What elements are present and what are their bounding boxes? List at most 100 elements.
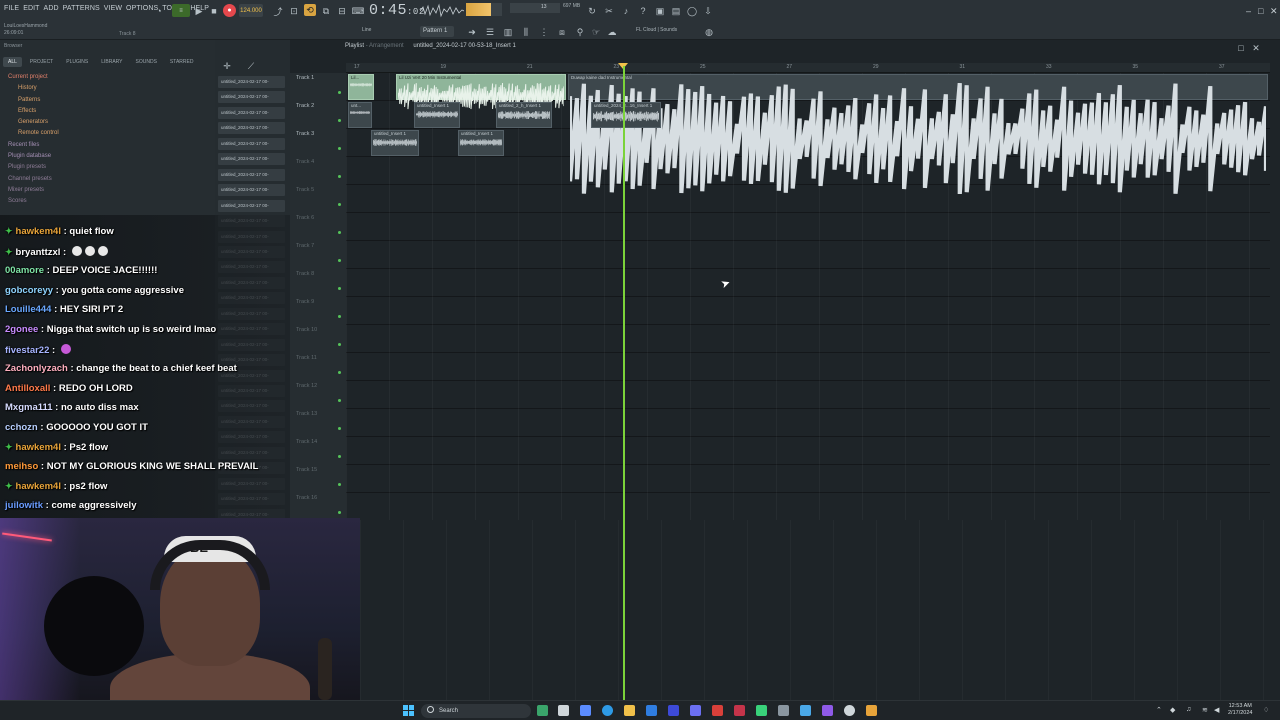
- track-mute-led[interactable]: [338, 399, 341, 402]
- store-icon[interactable]: [646, 705, 657, 716]
- metronome-icon[interactable]: ◔: [153, 5, 165, 17]
- channel-item[interactable]: untitled_2024-02-17 00-: [218, 76, 285, 88]
- browser-item[interactable]: Current project: [8, 72, 59, 83]
- track-mute-led[interactable]: [338, 455, 341, 458]
- refresh-icon[interactable]: ↻: [586, 5, 598, 17]
- globe-icon[interactable]: ◍: [703, 26, 715, 38]
- widgets-icon[interactable]: [537, 705, 548, 716]
- tab-project[interactable]: PROJECT: [25, 57, 58, 67]
- track-label[interactable]: Track 16: [296, 495, 317, 501]
- browser-item[interactable]: Patterns: [8, 95, 59, 106]
- app-news-icon[interactable]: [734, 705, 745, 716]
- blend-icon[interactable]: ⧉: [320, 5, 332, 17]
- export-icon[interactable]: ⇩: [702, 5, 714, 17]
- channel-item[interactable]: untitled_2024-02-17 00-: [218, 168, 285, 181]
- chat-username[interactable]: juilowitk: [5, 500, 43, 511]
- chat-username[interactable]: Antilloxall: [5, 383, 50, 394]
- chat-username[interactable]: 00amore: [5, 265, 44, 276]
- channel-item[interactable]: untitled_2024-02-17 00-: [218, 153, 285, 166]
- fl-cloud-label[interactable]: FL Cloud | Sounds: [636, 27, 677, 33]
- volume-icon[interactable]: ◀: [1214, 706, 1219, 714]
- chat-username[interactable]: gobcoreyy: [5, 285, 53, 296]
- channel-item[interactable]: untitled_2024-02-17 00-: [218, 137, 285, 150]
- loop-record-icon[interactable]: ⟲: [304, 4, 316, 16]
- chat-username[interactable]: meihso: [5, 461, 38, 472]
- chat-username[interactable]: Louille444: [5, 304, 51, 315]
- track-label[interactable]: Track 3: [296, 131, 314, 137]
- wifi-icon[interactable]: ≋: [1202, 706, 1208, 714]
- app-purple-icon[interactable]: [822, 705, 833, 716]
- track-label[interactable]: Track 11: [296, 355, 317, 361]
- chat-username[interactable]: hawkem4l: [16, 481, 61, 492]
- track-mute-led[interactable]: [338, 343, 341, 346]
- audio-clip[interactable]: Duwap kaine dad Instrumental: [568, 74, 1268, 195]
- channel-item[interactable]: untitled_2024-02-17 00-: [218, 184, 285, 197]
- track-mute-led[interactable]: [338, 231, 341, 234]
- link-icon[interactable]: ⟋: [245, 60, 257, 72]
- track-label[interactable]: Track 2: [296, 103, 314, 109]
- track-mute-led[interactable]: [338, 259, 341, 262]
- channel-item[interactable]: untitled_2024-02-17 00-: [218, 106, 285, 119]
- track-mute-led[interactable]: [338, 371, 341, 374]
- track-label[interactable]: Track 8: [296, 271, 314, 277]
- playlist-pattern-path[interactable]: untitled_2024-02-17 00-53-18_Insert 1: [413, 43, 515, 49]
- browser-item[interactable]: Generators: [8, 117, 59, 128]
- app-grey-icon[interactable]: [778, 705, 789, 716]
- chat-username[interactable]: fivestar22: [5, 345, 49, 356]
- tempo-display[interactable]: 124.000: [239, 4, 263, 17]
- app-blue-icon[interactable]: [690, 705, 701, 716]
- track-mute-led[interactable]: [338, 175, 341, 178]
- track-mute-led[interactable]: [338, 427, 341, 430]
- chat-username[interactable]: hawkem4l: [16, 226, 61, 237]
- track-label[interactable]: Track 6: [296, 215, 314, 221]
- track-mute-led[interactable]: [338, 287, 341, 290]
- track-label[interactable]: Track 5: [296, 187, 314, 193]
- stop-icon[interactable]: ■: [208, 5, 220, 17]
- step-edit-icon[interactable]: ⊟: [336, 5, 348, 17]
- browser-item[interactable]: Plugin database: [8, 151, 59, 162]
- track-mute-led[interactable]: [338, 91, 341, 94]
- browser-item[interactable]: Plugin presets: [8, 162, 59, 173]
- chat-username[interactable]: Zachonlyzach: [5, 363, 68, 374]
- add-icon[interactable]: ✛: [221, 60, 233, 72]
- pattern-selector[interactable]: Pattern 1: [420, 26, 454, 37]
- audio-clip[interactable]: Lil Uzi Vert 20 Min Instrumental: [396, 74, 566, 110]
- track-mute-led[interactable]: [338, 483, 341, 486]
- tab-plugins[interactable]: PLUGINS: [61, 57, 93, 67]
- track-label[interactable]: Track 9: [296, 299, 314, 305]
- timeline-ruler[interactable]: 17 19 21 23 25 27 29 31 33 35 37: [346, 63, 1270, 73]
- cut-icon[interactable]: ✂: [603, 5, 615, 17]
- playlist-icon[interactable]: ☰: [484, 26, 496, 38]
- piano-roll-icon[interactable]: ▥: [502, 26, 514, 38]
- audio-clip[interactable]: untitled_Insert 1: [458, 130, 504, 156]
- app-red-icon[interactable]: [712, 705, 723, 716]
- menu-edit[interactable]: EDIT: [23, 5, 39, 12]
- browser-item[interactable]: Channel presets: [8, 174, 59, 185]
- chat-username[interactable]: 2gonee: [5, 324, 38, 335]
- track-label[interactable]: Track 12: [296, 383, 317, 389]
- menu-add[interactable]: ADD: [44, 5, 59, 12]
- cloud-icon[interactable]: ☁: [606, 26, 618, 38]
- notification-bell-icon[interactable]: ♢: [1263, 706, 1269, 714]
- tray-app-icon[interactable]: ◆: [1170, 706, 1175, 714]
- audio-clip[interactable]: untitled_Insert 1: [371, 130, 419, 156]
- track-mute-led[interactable]: [338, 511, 341, 514]
- browser-item[interactable]: History: [8, 83, 59, 94]
- playlist-grid[interactable]: Lil... Lil Uzi Vert 20 Min Instrumental Du…: [346, 73, 1270, 520]
- play-icon[interactable]: ▶: [193, 5, 205, 17]
- track-mute-led[interactable]: [338, 203, 341, 206]
- typing-keyboard-icon[interactable]: ⌨: [352, 5, 365, 17]
- channel-item[interactable]: untitled_2024-02-17 00-: [218, 122, 285, 135]
- arrow-right-icon[interactable]: ➜: [466, 26, 478, 38]
- render-icon[interactable]: ▤: [670, 5, 682, 17]
- tab-starred[interactable]: STARRED: [165, 57, 199, 67]
- maximize-icon[interactable]: □: [1258, 6, 1263, 16]
- save-icon[interactable]: ▣: [654, 5, 666, 17]
- browser-item[interactable]: Recent files: [8, 140, 59, 151]
- chat-username[interactable]: cchozn: [5, 422, 38, 433]
- plugin-picker-icon[interactable]: ⧈: [556, 26, 568, 38]
- chat-app-icon[interactable]: [580, 705, 591, 716]
- browser-item[interactable]: Remote control: [8, 128, 59, 139]
- taskbar-clock[interactable]: 12:53 AM 2/17/2024: [1228, 703, 1252, 717]
- channel-rack-icon[interactable]: ⋮: [538, 26, 550, 38]
